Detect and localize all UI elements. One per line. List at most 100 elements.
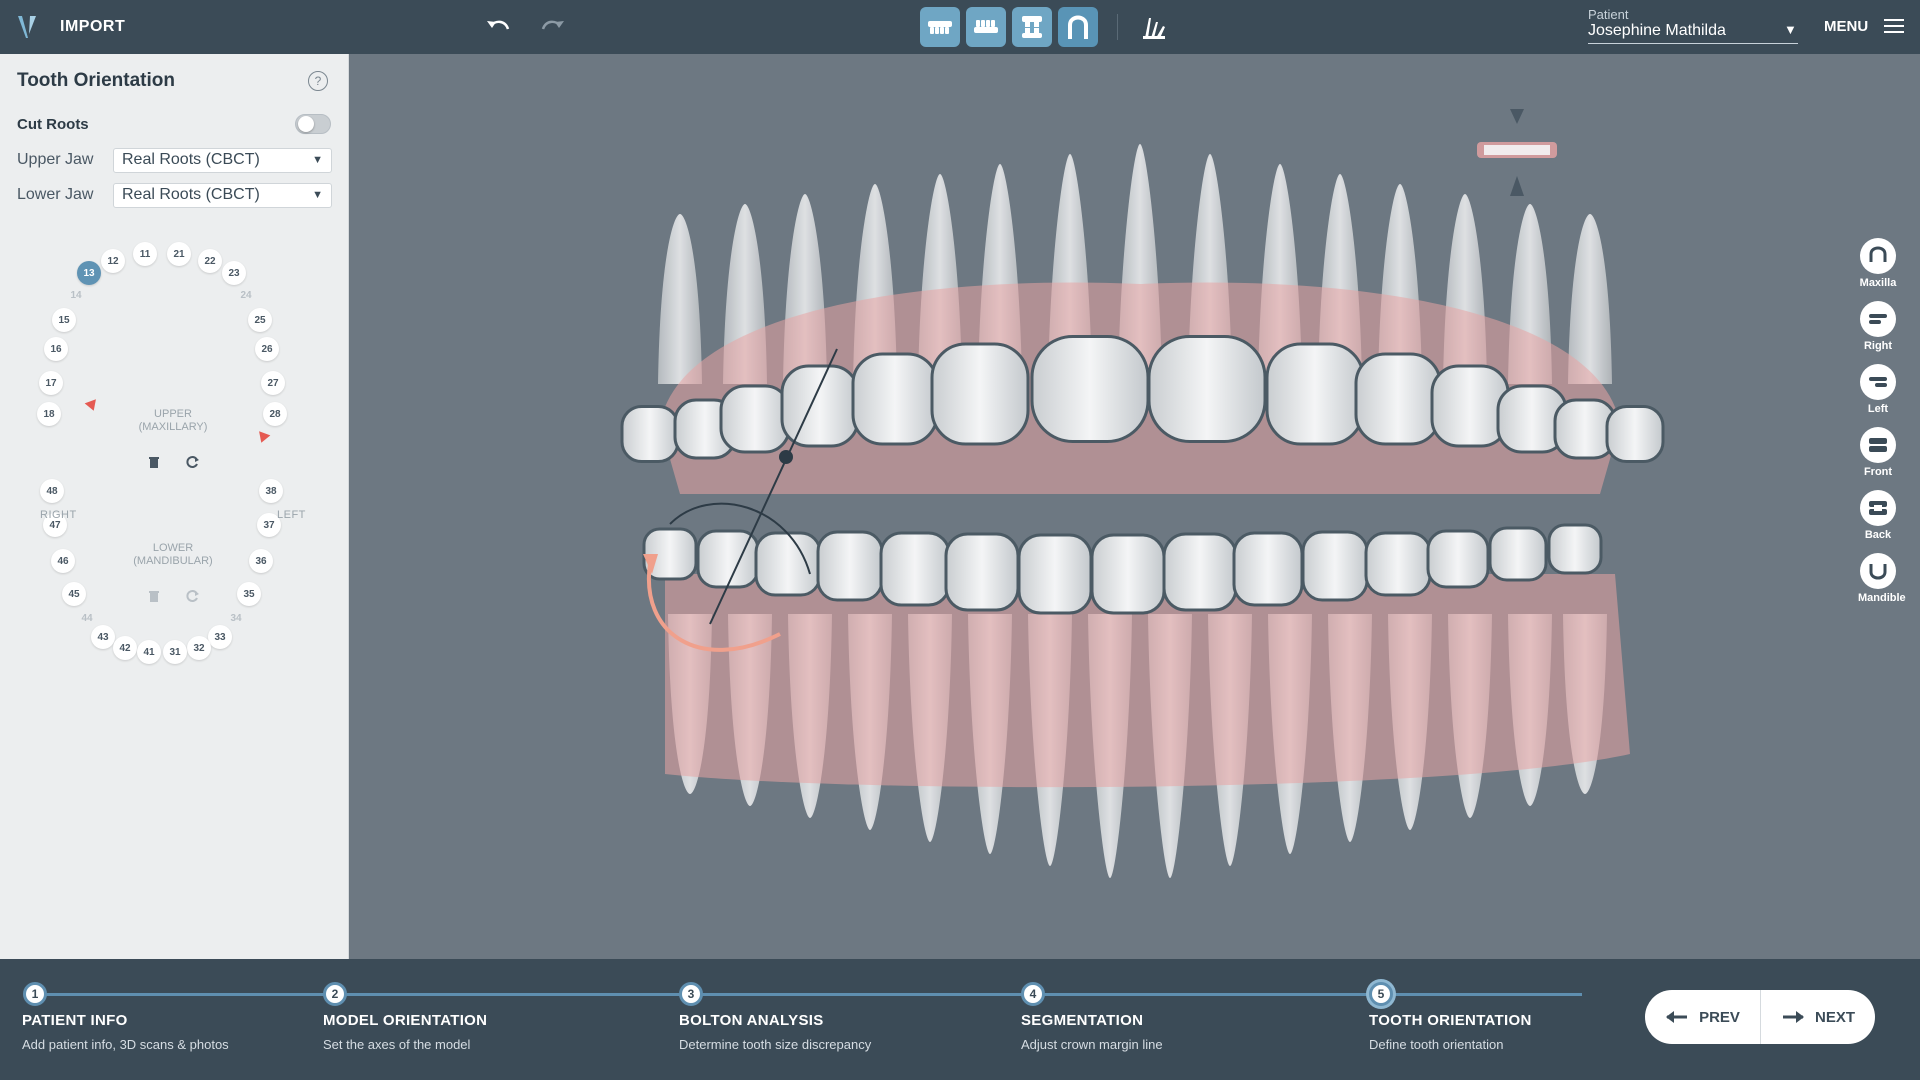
next-label: NEXT — [1814, 1008, 1855, 1026]
lower-tooth-36[interactable]: 36 — [249, 549, 273, 573]
step-1-subtitle: Add patient info, 3D scans & photos — [22, 1037, 229, 1052]
upper-jaw-select[interactable]: Real Roots (CBCT) ▼ — [113, 148, 332, 173]
lower-tooth-41[interactable]: 41 — [137, 640, 161, 664]
upper-tooth-26[interactable]: 26 — [255, 337, 279, 361]
step-5-title[interactable]: TOOTH ORIENTATION — [1369, 1012, 1532, 1029]
upper-tooth-12[interactable]: 12 — [101, 249, 125, 273]
view-button-right[interactable]: Right — [1858, 301, 1898, 352]
view-button-circle — [1860, 553, 1896, 589]
undo-icon — [487, 20, 510, 30]
arch-view-tool-button[interactable] — [1058, 7, 1098, 47]
lower-teeth-icon — [974, 20, 998, 33]
redo-icon — [541, 20, 564, 30]
upper-tooth-24[interactable]: 24 — [234, 283, 258, 307]
step-4-title[interactable]: SEGMENTATION — [1021, 1012, 1143, 1029]
upper-crown — [719, 384, 791, 454]
lower-tooth-31[interactable]: 31 — [163, 640, 187, 664]
cut-roots-toggle[interactable] — [295, 114, 331, 134]
view-button-left[interactable]: Left — [1858, 364, 1898, 415]
view-button-circle — [1860, 490, 1896, 526]
bottom-bar — [0, 959, 1920, 1080]
step-4-dot[interactable]: 4 — [1021, 982, 1045, 1006]
upper-tooth-25[interactable]: 25 — [248, 308, 272, 332]
lower-reset-button[interactable] — [186, 589, 200, 603]
upper-reset-button[interactable] — [186, 455, 200, 469]
upper-delete-button[interactable] — [147, 455, 161, 469]
upper-arch-label-line1: UPPER — [154, 408, 192, 420]
next-button[interactable]: NEXT — [1760, 990, 1875, 1044]
upper-tooth-14[interactable]: 14 — [64, 283, 88, 307]
hamburger-menu-icon[interactable] — [1884, 18, 1904, 34]
lower-tooth-34[interactable]: 34 — [224, 606, 248, 630]
patient-label: Patient — [1588, 7, 1629, 22]
redo-button[interactable] — [538, 13, 568, 41]
upper-tooth-23[interactable]: 23 — [222, 261, 246, 285]
lower-crown — [1547, 523, 1603, 575]
left-side-label: LEFT — [277, 509, 306, 521]
step-2-subtitle: Set the axes of the model — [323, 1037, 471, 1052]
lower-arch-tool-button[interactable] — [966, 7, 1006, 47]
dental-model-render[interactable] — [350, 54, 1920, 959]
lower-tooth-33[interactable]: 33 — [208, 625, 232, 649]
upper-tooth-28[interactable]: 28 — [263, 402, 287, 426]
app-logo-icon[interactable] — [14, 12, 44, 42]
prev-button[interactable]: PREV — [1645, 990, 1760, 1044]
lower-delete-button[interactable] — [147, 589, 161, 603]
step-2-title[interactable]: MODEL ORIENTATION — [323, 1012, 487, 1029]
menu-button[interactable]: MENU — [1824, 18, 1868, 35]
step-3-dot[interactable]: 3 — [679, 982, 703, 1006]
step-3-title[interactable]: BOLTON ANALYSIS — [679, 1012, 824, 1029]
roots-icon — [1143, 18, 1165, 39]
lower-tooth-45[interactable]: 45 — [62, 582, 86, 606]
lower-jaw-select[interactable]: Real Roots (CBCT) ▼ — [113, 183, 332, 208]
roots-tool-button[interactable] — [1136, 9, 1172, 45]
upper-tooth-15[interactable]: 15 — [52, 308, 76, 332]
lower-tooth-43[interactable]: 43 — [91, 625, 115, 649]
maxilla-icon — [1869, 246, 1887, 262]
lower-tooth-42[interactable]: 42 — [113, 636, 137, 660]
axis-pivot-handle[interactable] — [779, 450, 793, 464]
upper-tooth-18[interactable]: 18 — [37, 402, 61, 426]
upper-tooth-16[interactable]: 16 — [44, 337, 68, 361]
orientation-gizmo[interactable] — [1472, 104, 1562, 204]
chevron-down-icon[interactable]: ▼ — [1784, 22, 1797, 37]
lower-jaw-label: Lower Jaw — [17, 186, 94, 203]
undo-button[interactable] — [483, 13, 513, 41]
view-button-mandible[interactable]: Mandible — [1858, 553, 1906, 604]
upper-arch-label: UPPER (MAXILLARY) — [128, 408, 218, 434]
right-side-label: RIGHT — [40, 509, 77, 521]
upper-crown — [1354, 352, 1442, 446]
upper-teeth-icon — [928, 21, 952, 34]
lower-tooth-38[interactable]: 38 — [259, 479, 283, 503]
left-view-icon — [1869, 377, 1887, 387]
patient-select[interactable]: Josephine Mathilda — [1588, 22, 1798, 44]
lower-tooth-32[interactable]: 32 — [187, 636, 211, 660]
upper-tooth-13[interactable]: 13 — [77, 261, 101, 285]
lower-tooth-48[interactable]: 48 — [40, 479, 64, 503]
step-1-dot[interactable]: 1 — [23, 982, 47, 1006]
step-2-dot[interactable]: 2 — [323, 982, 347, 1006]
step-5-dot[interactable]: 5 — [1369, 982, 1393, 1006]
lower-crown — [1488, 526, 1548, 582]
upper-tooth-11[interactable]: 11 — [133, 242, 157, 266]
upper-tooth-27[interactable]: 27 — [261, 371, 285, 395]
import-button[interactable]: IMPORT — [60, 18, 125, 36]
lower-tooth-35[interactable]: 35 — [237, 582, 261, 606]
upper-tooth-17[interactable]: 17 — [39, 371, 63, 395]
help-icon[interactable]: ? — [308, 71, 328, 91]
view-button-maxilla[interactable]: Maxilla — [1858, 238, 1898, 289]
upper-tooth-22[interactable]: 22 — [198, 249, 222, 273]
lower-crown — [1301, 530, 1369, 602]
both-arches-tool-button[interactable] — [1012, 7, 1052, 47]
upper-tooth-21[interactable]: 21 — [167, 242, 191, 266]
view-button-circle — [1860, 427, 1896, 463]
cut-roots-label: Cut Roots — [17, 116, 89, 133]
3d-viewport[interactable] — [350, 54, 1920, 959]
step-1-title[interactable]: PATIENT INFO — [22, 1012, 128, 1029]
view-button-front[interactable]: Front — [1858, 427, 1898, 478]
view-button-back[interactable]: Back — [1858, 490, 1898, 541]
upper-crown — [930, 342, 1030, 446]
lower-tooth-46[interactable]: 46 — [51, 549, 75, 573]
view-button-label: Maxilla — [1859, 277, 1897, 289]
upper-arch-tool-button[interactable] — [920, 7, 960, 47]
